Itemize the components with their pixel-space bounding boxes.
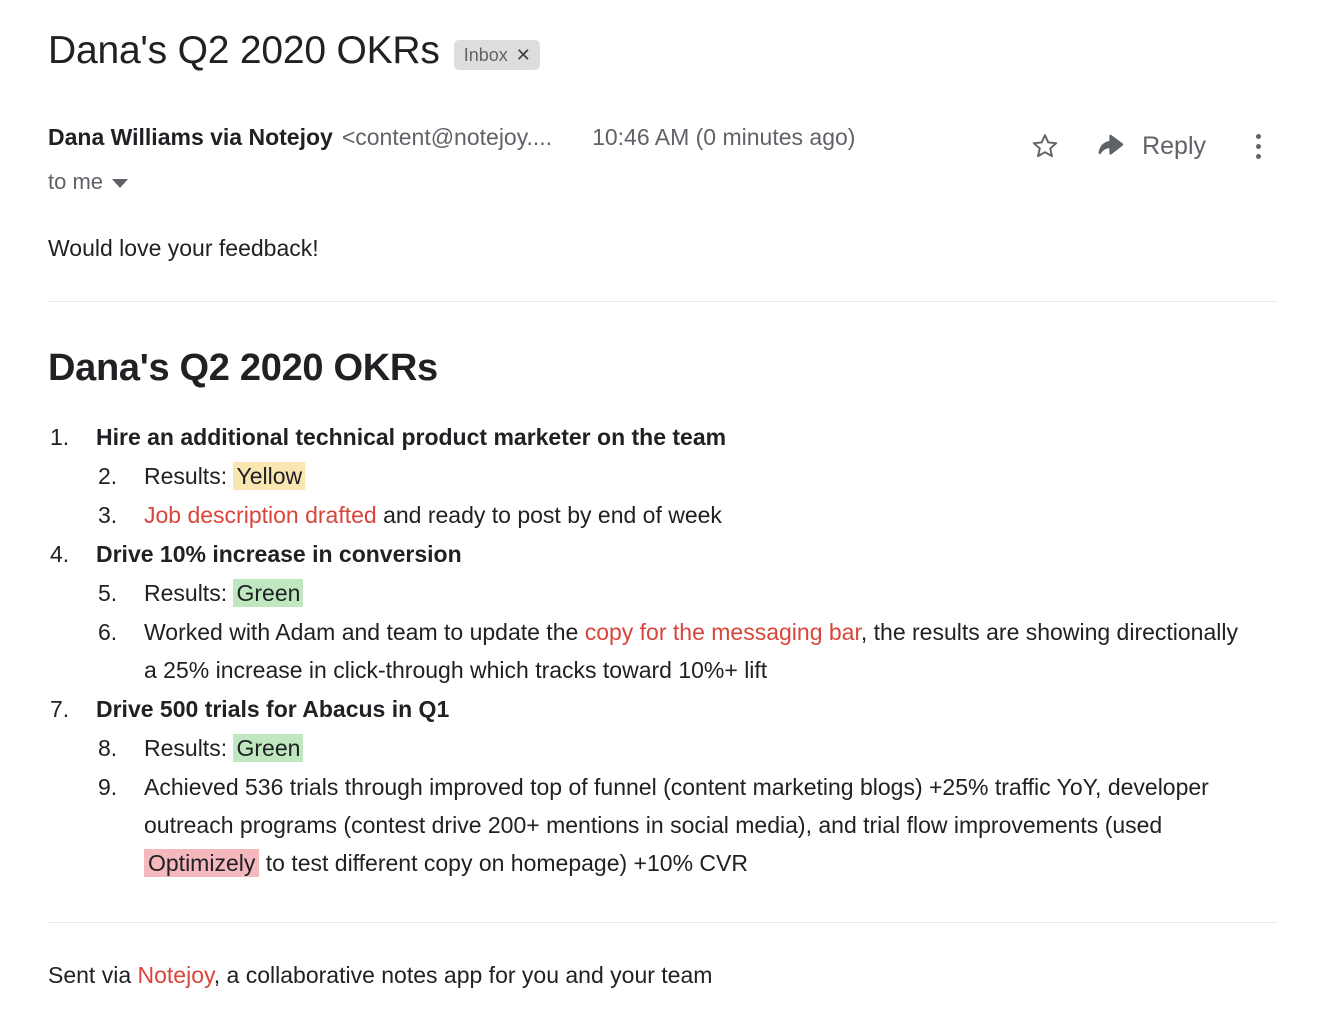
page-title: Dana's Q2 2020 OKRs bbox=[48, 29, 440, 72]
note-body: Dana's Q2 2020 OKRs 1. Hire an additional… bbox=[48, 302, 1278, 882]
list-item-number: 5. bbox=[98, 580, 118, 606]
list-item-number: 4. bbox=[50, 541, 70, 567]
inline-link[interactable]: copy for the messaging bar bbox=[585, 619, 861, 645]
inline-text: Achieved 536 trials through improved top… bbox=[144, 774, 1209, 838]
okr-list: 1. Hire an additional technical product m… bbox=[48, 418, 1278, 882]
inline-text: Drive 500 trials for Abacus in Q1 bbox=[96, 696, 450, 722]
sender-name[interactable]: Dana Williams via Notejoy bbox=[48, 122, 333, 152]
list-item: 8. Results: Green bbox=[48, 729, 1278, 767]
label-chip-inbox[interactable]: Inbox ✕ bbox=[453, 40, 540, 70]
highlight-green: Green bbox=[233, 734, 304, 762]
inline-text: Drive 10% increase in conversion bbox=[96, 541, 462, 567]
recipient-label: to me bbox=[48, 169, 104, 194]
list-item: 5. Results: Green bbox=[48, 574, 1278, 612]
email-message-pane: Dana's Q2 2020 OKRs Inbox ✕ Dana William… bbox=[0, 0, 1326, 1032]
star-icon[interactable] bbox=[1021, 124, 1069, 168]
sender-email: <content@notejoy.... bbox=[341, 124, 553, 150]
list-item: 2. Results: Yellow bbox=[48, 457, 1278, 495]
inline-text: Results: bbox=[144, 463, 234, 489]
label-chip-text: Inbox bbox=[463, 44, 508, 65]
list-item-text: Achieved 536 trials through improved top… bbox=[144, 768, 1254, 882]
inline-text: , a collaborative notes app for you and … bbox=[213, 962, 713, 988]
inline-text: Sent via bbox=[48, 962, 138, 988]
list-item-text: Job description drafted and ready to pos… bbox=[144, 496, 1254, 534]
inline-text: Results: bbox=[144, 580, 234, 606]
chevron-down-icon[interactable] bbox=[112, 179, 129, 188]
list-item-text: Hire an additional technical product mar… bbox=[96, 418, 1206, 456]
content-divider-bottom bbox=[48, 922, 1278, 923]
list-item-number: 8. bbox=[98, 735, 118, 761]
highlight-pink: Optimizely bbox=[144, 849, 260, 877]
list-item-number: 1. bbox=[50, 424, 70, 450]
more-dot bbox=[1255, 133, 1261, 139]
message-header: Dana Williams via Notejoy <content@notej… bbox=[48, 122, 1278, 204]
reply-arrow-icon bbox=[1097, 133, 1129, 159]
close-icon[interactable]: ✕ bbox=[516, 46, 531, 64]
reply-label: Reply bbox=[1142, 132, 1206, 160]
inline-text: Results: bbox=[144, 735, 234, 761]
recipient-line[interactable]: to me bbox=[48, 168, 1278, 196]
inline-text: and ready to post by end of week bbox=[376, 502, 722, 528]
message-intro-text: Would love your feedback! bbox=[48, 235, 319, 261]
list-item-text: Results: Yellow bbox=[144, 457, 1254, 495]
inline-text: Worked with Adam and team to update the bbox=[144, 619, 585, 645]
inline-link[interactable]: Job description drafted bbox=[144, 502, 377, 528]
highlight-green: Green bbox=[233, 579, 304, 607]
list-item-text: Results: Green bbox=[144, 574, 1254, 612]
list-item-number: 3. bbox=[98, 502, 118, 528]
list-item-number: 2. bbox=[98, 463, 118, 489]
inline-link[interactable]: Notejoy bbox=[138, 962, 214, 988]
message-actions: Reply bbox=[1021, 124, 1278, 168]
list-item-text: Results: Green bbox=[144, 729, 1254, 767]
list-item-number: 9. bbox=[98, 774, 118, 800]
more-vertical-icon[interactable] bbox=[1238, 124, 1278, 168]
highlight-yellow: Yellow bbox=[233, 462, 306, 490]
inline-text: Hire an additional technical product mar… bbox=[96, 424, 727, 450]
list-item: 6. Worked with Adam and team to update th… bbox=[48, 613, 1278, 689]
list-item-number: 6. bbox=[98, 619, 118, 645]
list-item-number: 7. bbox=[50, 696, 70, 722]
list-item: 7. Drive 500 trials for Abacus in Q1 bbox=[48, 690, 1278, 728]
list-item: 4. Drive 10% increase in conversion bbox=[48, 535, 1278, 573]
reply-button[interactable]: Reply bbox=[1097, 131, 1206, 161]
inline-text: to test different copy on homepage) +10%… bbox=[259, 850, 748, 876]
message-timestamp: 10:46 AM (0 minutes ago) bbox=[592, 124, 856, 150]
subject-row: Dana's Q2 2020 OKRs Inbox ✕ bbox=[48, 0, 1278, 76]
note-title: Dana's Q2 2020 OKRs bbox=[48, 347, 438, 389]
list-item-text: Drive 500 trials for Abacus in Q1 bbox=[96, 690, 1206, 728]
email-footer: Sent via Notejoy, a collaborative notes … bbox=[48, 959, 1278, 991]
list-item-text: Drive 10% increase in conversion bbox=[96, 535, 1206, 573]
list-item: 9. Achieved 536 trials through improved t… bbox=[48, 768, 1278, 882]
more-dot bbox=[1255, 143, 1261, 149]
more-dot bbox=[1255, 153, 1261, 159]
list-item: 1. Hire an additional technical product m… bbox=[48, 418, 1278, 456]
list-item-text: Worked with Adam and team to update the … bbox=[144, 613, 1254, 689]
list-item: 3. Job description drafted and ready to p… bbox=[48, 496, 1278, 534]
